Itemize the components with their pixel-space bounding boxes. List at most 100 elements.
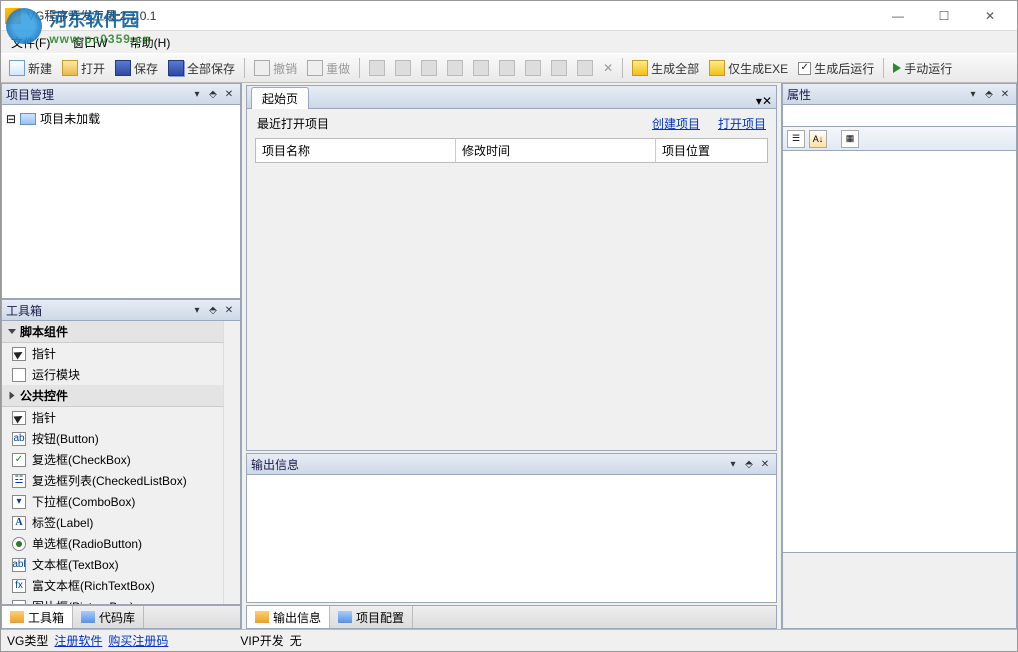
toolbox-item-pointer2[interactable]: 指针 [2,407,223,428]
panel-dropdown-icon[interactable]: ▾ [966,87,980,101]
panel-close-icon[interactable]: ✕ [998,87,1012,101]
panel-close-icon[interactable]: ✕ [222,87,236,101]
toolbox-item-label[interactable]: A标签(Label) [2,512,223,533]
status-register-link[interactable]: 注册软件 [54,632,102,649]
col-project-name[interactable]: 项目名称 [256,139,456,162]
panel-close-icon[interactable]: ✕ [222,303,236,317]
align-icon [525,60,541,76]
output-body[interactable] [246,475,777,603]
toolbox-scrollbar[interactable] [223,321,240,604]
genexe-button[interactable]: 仅生成EXE [705,58,792,79]
toolbox-item-pointer[interactable]: 指针 [2,343,223,364]
align-btn-9[interactable] [573,58,597,78]
output-tab-icon [255,611,269,623]
runafter-toggle[interactable]: 生成后运行 [794,58,878,79]
saveall-button[interactable]: 全部保存 [164,58,239,79]
toolbox-group-script[interactable]: 脚本组件 [2,321,223,343]
genall-button[interactable]: 生成全部 [628,58,703,79]
toolbox-item-combobox[interactable]: ▾下拉框(ComboBox) [2,491,223,512]
panel-dropdown-icon[interactable]: ▾ [190,303,204,317]
panel-pin-icon[interactable]: ⬘ [206,87,220,101]
project-root-node[interactable]: ⊟ 项目未加载 [6,109,236,128]
undo-button[interactable]: 撤销 [250,58,301,79]
menu-window[interactable]: 窗口W [66,32,113,53]
panel-dropdown-icon[interactable]: ▾ [190,87,204,101]
align-btn-6[interactable] [495,58,519,78]
combobox-icon: ▾ [12,495,26,509]
statusbar: VG类型 注册软件 购买注册码 VIP开发 无 [1,629,1017,651]
align-btn-5[interactable] [469,58,493,78]
tree-expander-icon[interactable]: ⊟ [6,112,16,126]
tab-startpage[interactable]: 起始页 [251,87,309,109]
project-panel-title: 项目管理 [6,86,188,103]
delete-button[interactable]: ✕ [599,59,617,77]
toolbox-item-checkbox[interactable]: 复选框(CheckBox) [2,449,223,470]
open-button[interactable]: 打开 [58,58,109,79]
toolbox-item-button[interactable]: ab按钮(Button) [2,428,223,449]
project-root-label: 项目未加载 [40,110,100,127]
redo-icon [307,60,323,76]
toolbox-item-radiobutton[interactable]: 单选框(RadioButton) [2,533,223,554]
delete-icon: ✕ [603,61,613,75]
col-modified-time[interactable]: 修改时间 [456,139,656,162]
align-btn-2[interactable] [391,58,415,78]
output-panel-header[interactable]: 输出信息 ▾ ⬘ ✕ [246,453,777,475]
align-btn-3[interactable] [417,58,441,78]
tab-codelib[interactable]: 代码库 [73,606,144,628]
new-icon [9,60,25,76]
properties-panel-title: 属性 [787,86,964,103]
tab-project-config[interactable]: 项目配置 [330,606,413,628]
panel-close-icon[interactable]: ✕ [758,457,772,471]
create-project-link[interactable]: 创建项目 [652,115,700,132]
toolbox-panel-header[interactable]: 工具箱 ▾ ⬘ ✕ [1,299,241,321]
richtext-icon: fx [12,579,26,593]
align-btn-1[interactable] [365,58,389,78]
properties-grid[interactable] [782,151,1017,553]
status-vip-label: VIP开发 [240,632,283,649]
recent-table-body [255,163,768,442]
toolbox-item-checkedlistbox[interactable]: ☳复选框列表(CheckedListBox) [2,470,223,491]
project-panel-header[interactable]: 项目管理 ▾ ⬘ ✕ [1,83,241,105]
panel-pin-icon[interactable]: ⬘ [742,457,756,471]
tab-output[interactable]: 输出信息 [247,606,330,628]
align-btn-8[interactable] [547,58,571,78]
props-alphabetical-button[interactable]: A↓ [809,130,827,148]
props-categorized-button[interactable]: ☰ [787,130,805,148]
recent-projects-label: 最近打开项目 [257,115,329,132]
toolbox-group-common[interactable]: 公共控件 [2,385,223,407]
menu-help[interactable]: 帮助(H) [124,32,177,53]
open-project-link[interactable]: 打开项目 [718,115,766,132]
build-icon [632,60,648,76]
align-icon [447,60,463,76]
panel-dropdown-icon[interactable]: ▾ [726,457,740,471]
properties-object-selector[interactable] [782,105,1017,127]
config-tab-icon [338,611,352,623]
toolbox-item-runmodule[interactable]: 运行模块 [2,364,223,385]
align-btn-7[interactable] [521,58,545,78]
align-btn-4[interactable] [443,58,467,78]
left-bottom-tabs: 工具箱 代码库 [1,605,241,629]
properties-panel-header[interactable]: 属性 ▾ ⬘ ✕ [782,83,1017,105]
close-button[interactable]: ✕ [967,2,1013,30]
props-pages-button[interactable]: ▦ [841,130,859,148]
project-tree[interactable]: ⊟ 项目未加载 [1,105,241,299]
saveall-icon [168,60,184,76]
redo-button[interactable]: 重做 [303,58,354,79]
toolbox-item-textbox[interactable]: abl文本框(TextBox) [2,554,223,575]
col-project-path[interactable]: 项目位置 [656,139,767,162]
doc-close-icon[interactable]: ✕ [762,94,772,108]
panel-pin-icon[interactable]: ⬘ [982,87,996,101]
tab-toolbox[interactable]: 工具箱 [2,606,73,628]
minimize-button[interactable]: — [875,2,921,30]
pointer-icon [12,347,26,361]
save-button[interactable]: 保存 [111,58,162,79]
status-buy-link[interactable]: 购买注册码 [108,632,168,649]
manualrun-button[interactable]: 手动运行 [889,58,956,79]
toolbox-item-richtextbox[interactable]: fx富文本框(RichTextBox) [2,575,223,596]
menu-file[interactable]: 文件(F) [5,32,56,53]
new-button[interactable]: 新建 [5,58,56,79]
maximize-button[interactable]: ☐ [921,2,967,30]
panel-pin-icon[interactable]: ⬘ [206,303,220,317]
toolbox-item-picturebox[interactable]: 图片框(PictureBox) [2,596,223,605]
align-icon [473,60,489,76]
